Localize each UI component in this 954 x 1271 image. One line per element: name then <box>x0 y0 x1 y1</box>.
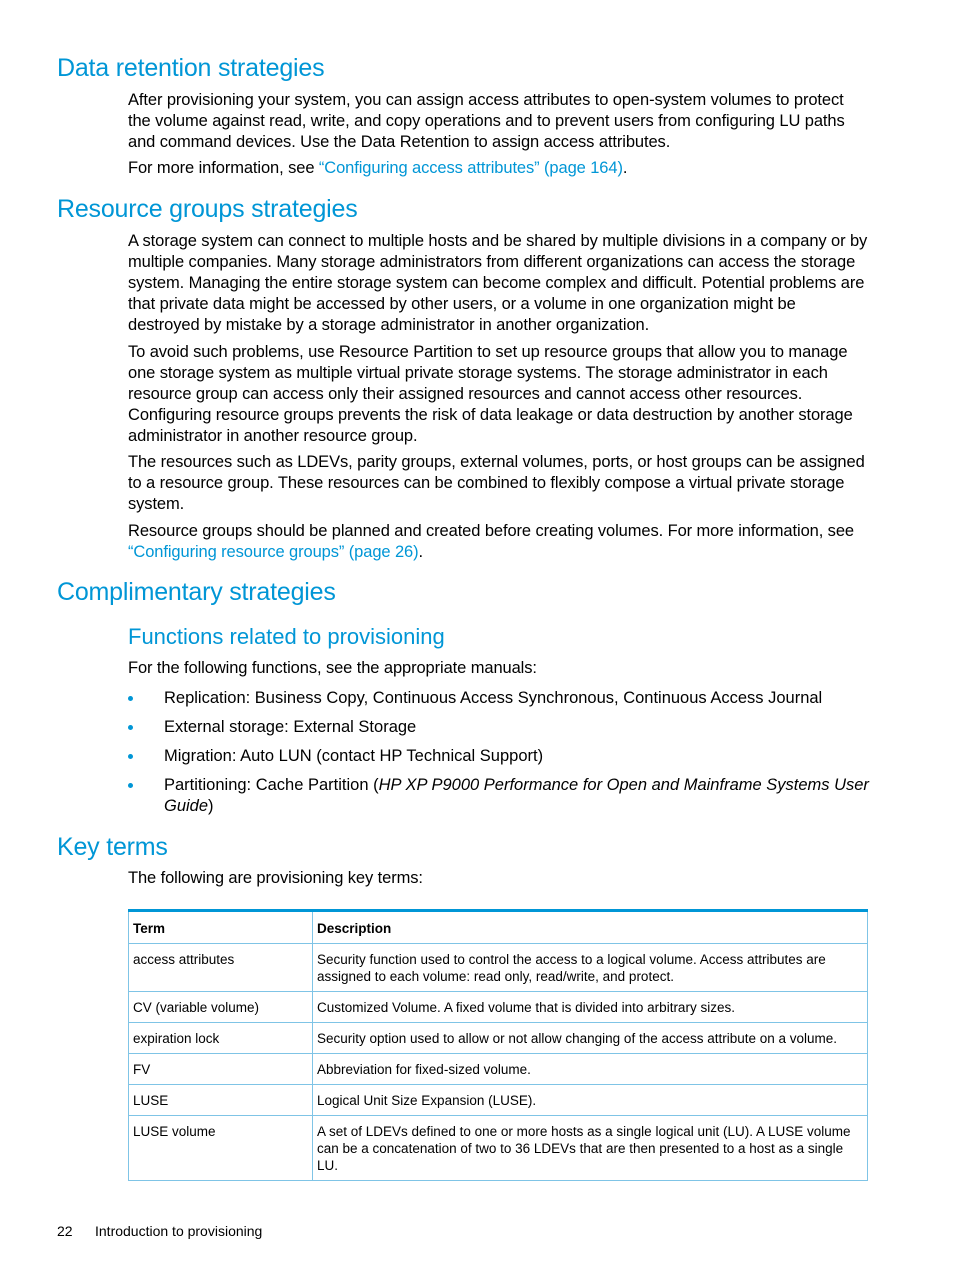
text: For more information, see <box>128 159 319 177</box>
bullet-list: Replication: Business Copy, Continuous A… <box>128 688 870 825</box>
table-row: FV Abbreviation for fixed-sized volume. <box>128 1053 868 1085</box>
text: Resource groups should be planned and cr… <box>128 522 854 540</box>
table-row: LUSE volume A set of LDEVs defined to one… <box>128 1115 868 1181</box>
term-cell: LUSE volume <box>128 1115 313 1181</box>
table-row: expiration lock Security option used to a… <box>128 1022 868 1054</box>
paragraph: After provisioning your system, you can … <box>128 91 845 151</box>
bullet-icon <box>128 754 133 759</box>
list-item-text: Migration: Auto LUN (contact HP Technica… <box>164 747 544 765</box>
description-cell: Security function used to control the ac… <box>312 943 868 992</box>
heading-resource-groups: Resource groups strategies <box>57 195 358 223</box>
text: . <box>622 159 628 177</box>
page-footer: 22 Introduction to provisioning <box>57 1223 262 1239</box>
list-item-text: Replication: Business Copy, Continuous A… <box>164 689 823 707</box>
bullet-icon <box>128 725 133 730</box>
term-cell: expiration lock <box>128 1022 313 1054</box>
column-header-description: Description <box>312 910 868 944</box>
paragraph-more-info: Resource groups should be planned and cr… <box>128 521 870 563</box>
bullet-icon <box>128 783 133 788</box>
list-item: Migration: Auto LUN (contact HP Technica… <box>128 746 870 767</box>
description-cell: Customized Volume. A fixed volume that i… <box>312 991 868 1023</box>
text: . <box>418 543 424 561</box>
list-item-text: External storage: External Storage <box>164 718 417 736</box>
list-item-text: Partitioning: Cache Partition ( <box>164 776 379 794</box>
column-header-term: Term <box>128 910 313 944</box>
paragraph: A storage system can connect to multiple… <box>128 232 868 334</box>
bullet-icon <box>128 696 133 701</box>
term-cell: access attributes <box>128 943 313 992</box>
link-configuring-access-attributes[interactable]: “Configuring access attributes” (page 16… <box>319 159 623 177</box>
table-header-row: Term Description <box>128 910 868 944</box>
heading-key-terms: Key terms <box>57 833 168 861</box>
key-terms-table: Term Description access attributes Securi… <box>128 909 868 1181</box>
paragraph: The following are provisioning key terms… <box>128 869 423 887</box>
table-row: CV (variable volume) Customized Volume. A… <box>128 991 868 1023</box>
list-item-text: ) <box>208 797 214 815</box>
paragraph: To avoid such problems, use Resource Par… <box>128 343 853 445</box>
paragraph-more-info: For more information, see “Configuring a… <box>128 158 870 179</box>
list-item: Partitioning: Cache Partition (HP XP P90… <box>128 775 870 817</box>
paragraph: The resources such as LDEVs, parity grou… <box>128 453 865 513</box>
description-cell: Abbreviation for fixed-sized volume. <box>312 1053 868 1085</box>
table-row: LUSE Logical Unit Size Expansion (LUSE). <box>128 1084 868 1116</box>
heading-data-retention: Data retention strategies <box>57 54 325 82</box>
term-cell: FV <box>128 1053 313 1085</box>
description-cell: Security option used to allow or not all… <box>312 1022 868 1054</box>
term-cell: LUSE <box>128 1084 313 1116</box>
heading-complimentary-strategies: Complimentary strategies <box>57 578 336 606</box>
subheading-functions-related: Functions related to provisioning <box>128 624 445 649</box>
paragraph: For the following functions, see the app… <box>128 659 537 677</box>
list-item: External storage: External Storage <box>128 717 870 738</box>
page-number: 22 <box>57 1223 73 1239</box>
term-cell: CV (variable volume) <box>128 991 313 1023</box>
chapter-title: Introduction to provisioning <box>95 1223 263 1239</box>
description-cell: A set of LDEVs defined to one or more ho… <box>312 1115 868 1181</box>
link-configuring-resource-groups[interactable]: “Configuring resource groups” (page 26) <box>128 543 419 561</box>
description-cell: Logical Unit Size Expansion (LUSE). <box>312 1084 868 1116</box>
list-item: Replication: Business Copy, Continuous A… <box>128 688 870 709</box>
table-row: access attributes Security function used … <box>128 943 868 992</box>
